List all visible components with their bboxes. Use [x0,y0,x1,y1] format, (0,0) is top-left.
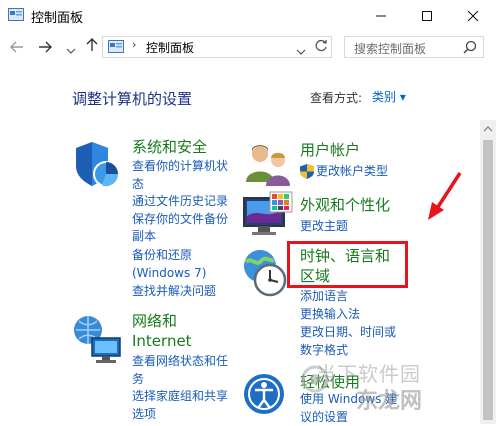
highlight-box [287,241,408,288]
category-network-internet[interactable]: 网络和 Internet [132,311,232,351]
link-file-history-backup[interactable]: 通过文件历史记录保存你的文件备份副本 [132,193,236,246]
chevron-down-icon [296,49,306,55]
uac-shield-icon [300,164,314,179]
arrow-up-icon [86,38,98,51]
breadcrumb-separator[interactable]: › [132,38,136,51]
shield-icon[interactable] [72,138,126,192]
control-panel-icon [8,8,24,21]
scrollbar-thumb[interactable] [483,140,493,420]
minimize-icon [376,15,386,17]
monitor-icon[interactable] [240,190,294,244]
link-troubleshoot[interactable]: 查找并解决问题 [132,283,236,301]
control-panel-icon [108,40,124,53]
page-heading: 调整计算机的设置 [72,90,193,108]
minimize-button[interactable] [358,0,404,32]
recent-locations-button[interactable] [62,41,80,59]
link-backup-restore[interactable]: 备份和还原(Windows 7) [132,247,214,282]
link-view-computer-status[interactable]: 查看你的计算机状态 [132,158,236,193]
search-icon[interactable] [463,40,477,54]
red-arrow-annotation [428,172,462,220]
network-icon[interactable] [70,312,124,366]
close-icon [467,10,479,22]
link-change-theme[interactable]: 更改主题 [300,218,348,236]
scroll-up-icon[interactable] [483,125,493,132]
arrow-left-icon [10,41,23,53]
forward-button[interactable] [36,39,54,57]
link-change-input-method[interactable]: 更换输入法 [300,306,360,324]
maximize-button[interactable] [404,0,450,32]
watermark-text-secondary: 东龙网 [356,389,423,414]
view-by-dropdown[interactable]: 类别 ▾ [372,88,406,105]
category-user-accounts[interactable]: 用户帐户 [300,140,360,160]
search-placeholder[interactable]: 搜索控制面板 [354,40,426,57]
refresh-icon [315,39,327,52]
up-button[interactable] [83,38,101,56]
ease-of-access-icon[interactable] [240,370,294,424]
clock-globe-icon[interactable] [238,246,292,300]
link-change-date-time-format[interactable]: 更改日期、时间或数字格式 [300,324,402,359]
chevron-down-icon [66,48,76,54]
link-add-language[interactable]: 添加语言 [300,288,348,306]
view-by-label: 查看方式: [310,91,363,105]
link-homegroup-sharing[interactable]: 选择家庭组和共享选项 [132,388,236,423]
maximize-icon [422,11,432,21]
refresh-button[interactable] [314,38,328,57]
back-button[interactable] [8,39,26,57]
window-title: 控制面板 [31,11,84,26]
category-appearance[interactable]: 外观和个性化 [300,195,390,215]
users-icon[interactable] [240,138,294,192]
breadcrumb-control-panel[interactable]: 控制面板 [146,39,194,56]
link-network-status[interactable]: 查看网络状态和任务 [132,353,236,388]
address-dropdown-button[interactable] [296,41,306,60]
link-change-account-type[interactable]: 更改帐户类型 [316,163,388,181]
category-system-security[interactable]: 系统和安全 [132,137,207,157]
close-button[interactable] [450,0,496,32]
arrow-right-icon [39,41,52,53]
